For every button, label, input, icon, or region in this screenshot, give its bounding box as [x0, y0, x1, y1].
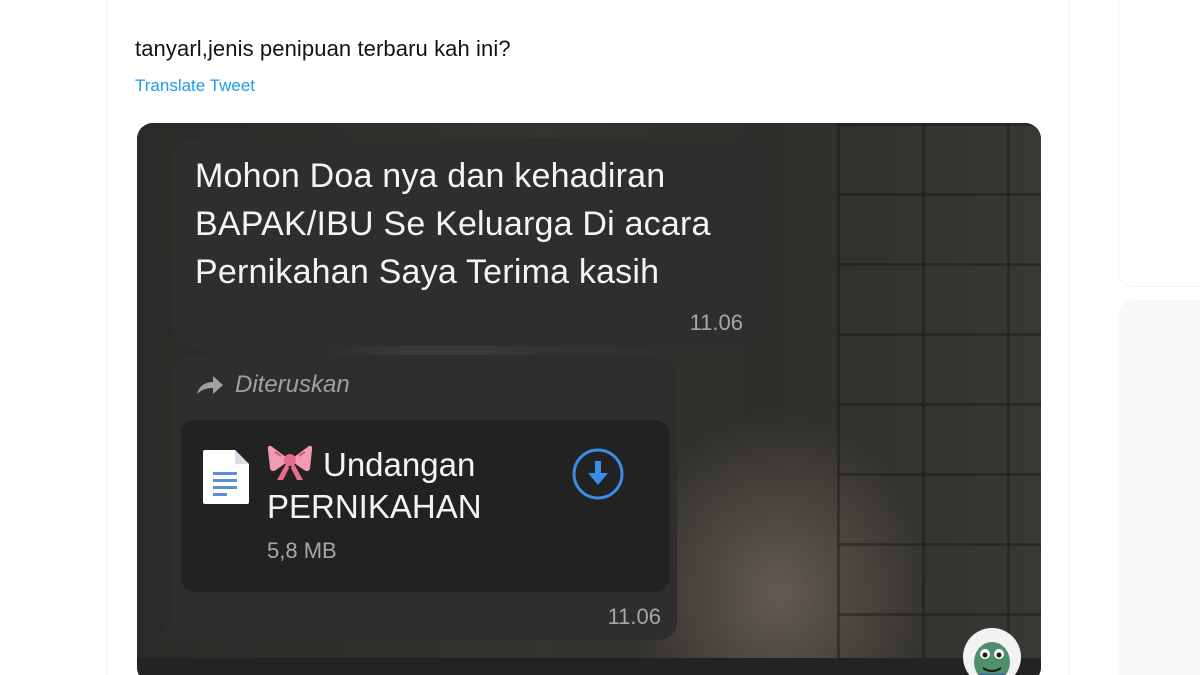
tweet-media-image[interactable]: Mohon Doa nya dan kehadiran BAPAK/IBU Se…	[137, 123, 1041, 675]
chat-message-line: BAPAK/IBU Se Keluarga Di acara	[195, 205, 711, 243]
chat-message-bubble: Mohon Doa nya dan kehadiran BAPAK/IBU Se…	[173, 138, 765, 346]
forwarded-label-row: Diteruskan	[195, 371, 350, 399]
message-timestamp: 11.06	[607, 604, 661, 629]
forwarded-label: Diteruskan	[235, 371, 350, 398]
chat-message-line: Mohon Doa nya dan kehadiran	[195, 157, 666, 195]
file-title-line-1: Undangan	[323, 446, 476, 483]
message-timestamp: 11.06	[689, 310, 743, 335]
file-title: Undangan PERNIKAHAN	[267, 442, 482, 528]
chat-message-line: Pernikahan Saya Terima kasih	[195, 253, 660, 291]
tweet-text: tanyarl,jenis penipuan terbaru kah ini?	[135, 36, 511, 61]
sidebar-card	[1118, 0, 1200, 287]
background-window	[837, 123, 1041, 663]
file-attachment-card[interactable]: Undangan PERNIKAHAN 5,8 MB	[181, 420, 669, 592]
file-title-line-2: PERNIKAHAN	[267, 488, 482, 525]
forwarded-file-bubble: Diteruskan Undangan PERNIKAHAN 5,8 MB 11…	[173, 355, 677, 640]
media-bottom-bar	[137, 658, 1041, 675]
forward-arrow-icon	[197, 376, 223, 394]
chat-message-text: Mohon Doa nya dan kehadiran BAPAK/IBU Se…	[195, 152, 755, 296]
translate-tweet-link[interactable]: Translate Tweet	[135, 76, 255, 96]
document-icon	[203, 450, 249, 504]
ribbon-bow-icon	[267, 445, 313, 480]
file-size: 5,8 MB	[267, 538, 337, 563]
sidebar-card-lower	[1118, 300, 1200, 675]
page: tanyarl,jenis penipuan terbaru kah ini? …	[0, 0, 1200, 675]
bubble-tail	[157, 620, 173, 640]
download-icon[interactable]	[571, 447, 625, 501]
